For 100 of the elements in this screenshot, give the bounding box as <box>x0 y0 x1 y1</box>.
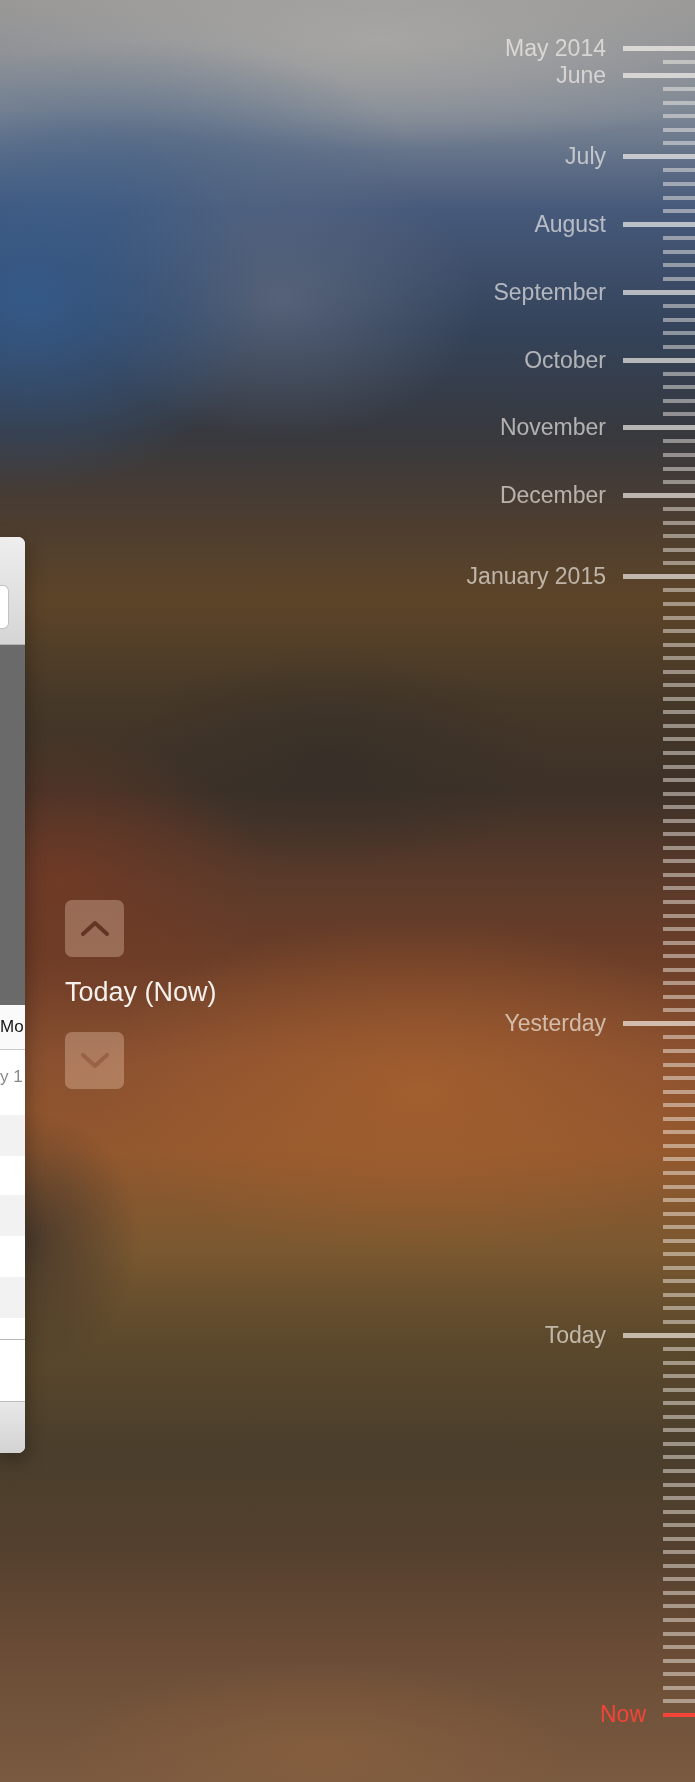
minor-tick-mark <box>663 1238 695 1243</box>
minor-tick-mark <box>663 805 695 810</box>
minor-tick-mark <box>663 1225 695 1230</box>
minor-tick-mark <box>663 263 695 268</box>
minor-tick-mark <box>663 940 695 945</box>
minor-tick-mark <box>663 1604 695 1609</box>
timeline-label[interactable]: December <box>499 482 606 510</box>
table-row[interactable] <box>0 1156 25 1195</box>
minor-tick-mark <box>663 168 695 173</box>
minor-tick-mark <box>663 127 695 132</box>
timeline-label[interactable]: January 2015 <box>466 563 606 591</box>
minor-tick-mark <box>663 723 695 728</box>
minor-tick-mark <box>663 249 695 254</box>
minor-tick-mark <box>663 1469 695 1473</box>
minor-tick-mark <box>663 886 695 891</box>
minor-tick-mark <box>663 439 695 444</box>
minor-tick-mark <box>663 1116 695 1121</box>
timeline-label[interactable]: October <box>524 346 606 374</box>
timeline-label[interactable]: July <box>565 143 606 171</box>
timeline-label[interactable]: August <box>534 211 606 239</box>
table-row[interactable] <box>0 1236 25 1277</box>
minor-tick-mark <box>663 1265 695 1270</box>
timeline-label[interactable]: Yesterday <box>504 1010 606 1038</box>
minor-tick-mark <box>663 1360 695 1365</box>
minor-tick-mark <box>663 1401 695 1406</box>
minor-tick-mark <box>663 683 695 688</box>
current-backup-label: Today (Now) <box>65 977 217 1008</box>
minor-tick-mark <box>663 872 695 877</box>
minor-tick-mark <box>663 710 695 715</box>
timeline-label[interactable]: September <box>493 278 606 306</box>
minor-tick-mark <box>663 480 695 485</box>
minor-tick-mark <box>663 602 695 606</box>
minor-tick-mark <box>663 1252 695 1257</box>
minor-tick-mark <box>663 1685 695 1690</box>
minor-tick-mark <box>663 751 695 755</box>
minor-tick-mark <box>663 114 695 119</box>
previous-backup-button[interactable] <box>65 900 124 957</box>
minor-tick-mark <box>663 1645 695 1650</box>
minor-tick-mark <box>663 967 695 972</box>
minor-tick-mark <box>663 913 695 918</box>
minor-tick-mark <box>663 588 695 593</box>
minor-tick-mark <box>663 1428 695 1433</box>
minor-tick-mark <box>663 1618 695 1622</box>
minor-tick-mark <box>663 818 695 823</box>
minor-tick-mark <box>663 791 695 796</box>
minor-tick-mark <box>663 1414 695 1419</box>
minor-tick-mark <box>663 1482 695 1487</box>
minor-tick-mark <box>663 1387 695 1392</box>
minor-tick-mark <box>663 317 695 322</box>
minor-tick-mark <box>663 696 695 701</box>
minor-tick-mark <box>663 141 695 146</box>
table-row[interactable] <box>0 1277 25 1318</box>
timeline-label[interactable]: November <box>499 414 606 442</box>
minor-tick-mark <box>663 927 695 932</box>
minor-tick-mark <box>663 520 695 525</box>
minor-tick-mark <box>663 1170 695 1175</box>
minor-tick-mark <box>663 1699 695 1704</box>
timeline-label[interactable]: Today <box>544 1322 606 1350</box>
minor-tick-mark <box>663 1062 695 1067</box>
minor-tick-mark <box>663 195 695 200</box>
minor-tick-mark <box>663 1509 695 1514</box>
table-row[interactable] <box>0 1318 25 1339</box>
minor-tick-mark <box>663 60 695 65</box>
minor-tick-mark <box>663 1658 695 1663</box>
minor-tick-mark <box>663 371 695 376</box>
minor-tick-mark <box>663 547 695 552</box>
minor-tick-mark <box>663 1292 695 1297</box>
minor-tick-mark <box>663 1008 695 1013</box>
column-header[interactable]: Mo <box>0 1017 24 1037</box>
input-field[interactable] <box>0 586 8 628</box>
minor-tick-mark <box>663 236 695 241</box>
minor-tick-mark <box>663 737 695 742</box>
minor-tick-mark <box>663 452 695 457</box>
minor-tick-mark <box>663 1374 695 1379</box>
table-row[interactable]: y 1 <box>0 1050 25 1115</box>
table-row[interactable] <box>0 1195 25 1236</box>
minor-tick-mark <box>663 1590 695 1595</box>
minor-tick-mark <box>663 1198 695 1203</box>
table-row[interactable] <box>0 1115 25 1156</box>
minor-tick-mark <box>663 1306 695 1311</box>
minor-tick-mark <box>663 1143 695 1148</box>
minor-tick-mark <box>663 1279 695 1284</box>
minor-tick-mark <box>663 1536 695 1541</box>
minor-tick-mark <box>663 385 695 390</box>
minor-tick-mark <box>663 1103 695 1108</box>
minor-tick-mark <box>663 87 695 92</box>
minor-tick-mark <box>663 629 695 634</box>
minor-tick-mark <box>663 764 695 769</box>
minor-tick-mark <box>663 1049 695 1054</box>
minor-tick-mark <box>663 669 695 674</box>
minor-tick-mark <box>663 1523 695 1528</box>
minor-tick-mark <box>663 642 695 647</box>
minor-tick-mark <box>663 981 695 986</box>
minor-tick-mark <box>663 507 695 512</box>
minor-tick-mark <box>663 900 695 904</box>
minor-tick-mark <box>663 276 695 281</box>
minor-tick-mark <box>663 344 695 349</box>
minor-tick-mark <box>663 1157 695 1162</box>
minor-tick-mark <box>663 1672 695 1677</box>
minor-tick-mark <box>663 1347 695 1352</box>
